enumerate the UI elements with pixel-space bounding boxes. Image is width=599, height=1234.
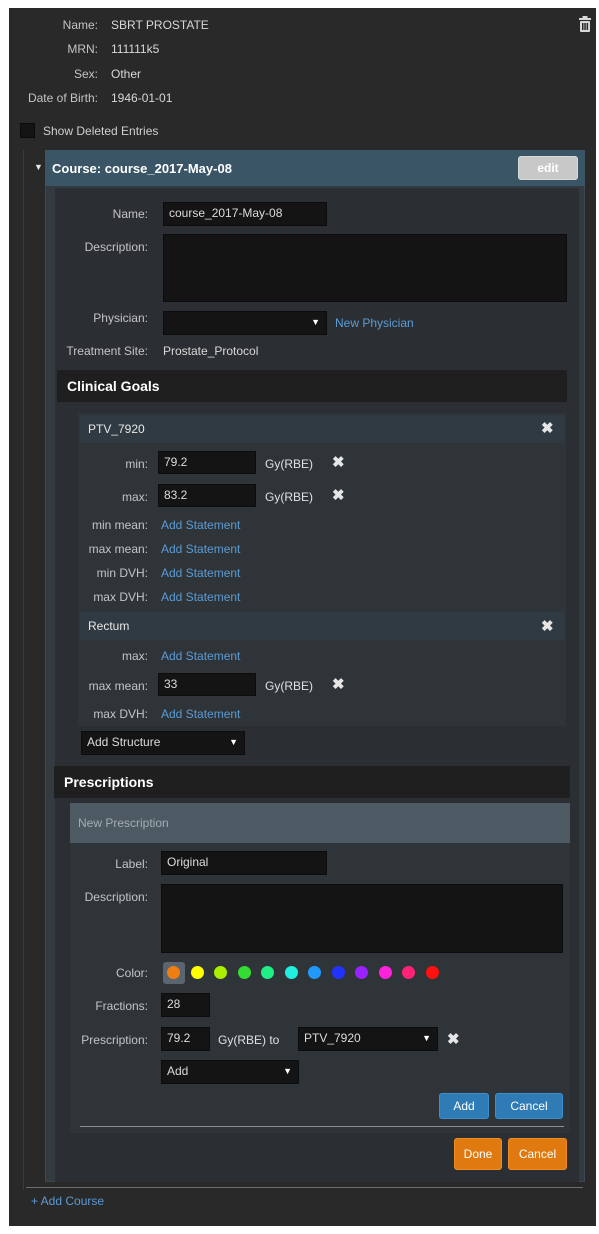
treatment-site-value: Prostate_Protocol: [163, 344, 259, 358]
ptv-max-unit: Gy(RBE): [265, 490, 313, 504]
ptv-max-dvh-label: max DVH:: [93, 590, 148, 604]
course-name-label: Name:: [112, 207, 148, 221]
done-button[interactable]: Done: [454, 1138, 502, 1170]
remove-ptv-max-icon[interactable]: ✖: [332, 488, 345, 503]
dob-value: 1946-01-01: [111, 91, 173, 105]
clinical-goals-panel: [78, 413, 566, 726]
chevron-down-icon: ▼: [283, 1066, 292, 1076]
sex-label: Sex:: [73, 67, 98, 81]
cancel-course-button[interactable]: Cancel: [508, 1138, 567, 1170]
color-swatch[interactable]: [237, 966, 251, 979]
chevron-down-icon: ▼: [311, 317, 320, 327]
sex-value: Other: [111, 67, 142, 81]
color-swatch[interactable]: [331, 966, 345, 979]
rectum-max-add-statement[interactable]: Add Statement: [161, 649, 240, 663]
rx-target-selected: PTV_7920: [304, 1031, 361, 1045]
show-deleted-label: Show Deleted Entries: [43, 124, 159, 138]
treatment-site-label: Treatment Site:: [66, 344, 148, 358]
rx-fractions-label: Fractions:: [95, 999, 148, 1013]
trash-icon[interactable]: [577, 15, 593, 33]
add-structure-label: Add Structure: [87, 735, 161, 749]
physician-label: Physician:: [93, 311, 148, 325]
expand-caret-icon[interactable]: ▼: [34, 162, 43, 172]
course-description-input[interactable]: [163, 234, 567, 302]
divider: [80, 1126, 564, 1127]
ptv-min-dvh-label: min DVH:: [96, 566, 148, 580]
rx-description-label: Description:: [84, 890, 148, 904]
course-description-label: Description:: [84, 240, 148, 254]
edit-button[interactable]: edit: [518, 156, 578, 180]
rectum-max-dvh-label: max DVH:: [93, 707, 148, 721]
add-structure-select[interactable]: Add Structure ▼: [81, 731, 245, 755]
rx-color-label: Color:: [115, 966, 148, 980]
ptv-max-input[interactable]: 83.2: [158, 484, 256, 507]
rx-dose-input[interactable]: 79.2: [161, 1027, 210, 1051]
ptv-max-mean-add-statement[interactable]: Add Statement: [161, 542, 240, 556]
divider: [26, 1187, 583, 1188]
dob-label: Date of Birth:: [27, 91, 98, 105]
new-prescription-header: New Prescription: [70, 803, 570, 843]
course-name-input[interactable]: course_2017-May-08: [163, 202, 327, 226]
rectum-max-label: max:: [121, 649, 148, 663]
rx-description-input[interactable]: [161, 884, 563, 953]
color-swatch[interactable]: [308, 966, 321, 979]
ptv-max-mean-label: max mean:: [88, 542, 148, 556]
ptv-max-dvh-add-statement[interactable]: Add Statement: [161, 590, 240, 604]
ptv-min-unit: Gy(RBE): [265, 457, 313, 471]
structure-header-ptv: PTV_7920: [80, 415, 564, 443]
ptv-min-label: min:: [125, 457, 148, 471]
ptv-max-label: max:: [121, 490, 148, 504]
ptv-min-mean-label: min mean:: [91, 518, 148, 532]
physician-select[interactable]: ▼: [163, 311, 327, 335]
ptv-min-mean-add-statement[interactable]: Add Statement: [161, 518, 240, 532]
tree-gutter-line: [23, 150, 24, 1190]
rx-dose-unit: Gy(RBE) to: [218, 1033, 280, 1047]
mrn-value: 111111k5: [111, 42, 160, 56]
color-swatch[interactable]: [425, 966, 439, 979]
patient-name-label: Name:: [62, 18, 98, 32]
structure-header-rectum: Rectum: [80, 612, 564, 640]
remove-rectum-icon[interactable]: ✖: [541, 619, 554, 634]
remove-ptv-min-icon[interactable]: ✖: [332, 455, 345, 470]
remove-prescription-target-icon[interactable]: ✖: [447, 1032, 460, 1047]
rx-label-input[interactable]: Original: [161, 851, 327, 875]
add-prescription-button[interactable]: Add: [439, 1093, 489, 1119]
rx-target-select[interactable]: PTV_7920 ▼: [298, 1027, 438, 1051]
show-deleted-checkbox[interactable]: [20, 123, 35, 138]
rx-add-select[interactable]: Add ▼: [161, 1060, 299, 1084]
cancel-prescription-button[interactable]: Cancel: [495, 1093, 563, 1119]
patient-name: SBRT PROSTATE: [111, 18, 209, 32]
new-physician-link[interactable]: New Physician: [335, 316, 414, 330]
rectum-max-mean-input[interactable]: 33: [158, 673, 256, 696]
clinical-goals-title: Clinical Goals: [57, 370, 567, 402]
color-swatch[interactable]: [402, 966, 415, 979]
color-swatch[interactable]: [378, 966, 392, 979]
rx-prescription-label: Prescription:: [81, 1033, 148, 1047]
prescriptions-title: Prescriptions: [54, 766, 570, 798]
rx-fractions-input[interactable]: 28: [161, 993, 210, 1017]
rectum-max-mean-unit: Gy(RBE): [265, 679, 313, 693]
color-swatch[interactable]: [261, 966, 274, 979]
mrn-label: MRN:: [67, 42, 98, 56]
rx-label-label: Label:: [115, 857, 148, 871]
rectum-max-dvh-add-statement[interactable]: Add Statement: [161, 707, 240, 721]
add-course-link[interactable]: + Add Course: [31, 1194, 104, 1208]
course-title: Course: course_2017-May-08: [52, 161, 232, 176]
color-swatch[interactable]: [190, 966, 204, 979]
ptv-min-input[interactable]: 79.2: [158, 451, 256, 474]
remove-rectum-max-mean-icon[interactable]: ✖: [332, 677, 345, 692]
color-swatch[interactable]: [284, 966, 298, 979]
color-swatch[interactable]: [167, 966, 180, 979]
remove-ptv-icon[interactable]: ✖: [541, 421, 554, 436]
color-swatch[interactable]: [355, 966, 368, 979]
ptv-min-dvh-add-statement[interactable]: Add Statement: [161, 566, 240, 580]
color-swatch[interactable]: [214, 966, 227, 979]
rx-add-select-label: Add: [167, 1064, 189, 1078]
chevron-down-icon: ▼: [422, 1033, 431, 1043]
chevron-down-icon: ▼: [229, 737, 238, 747]
rectum-max-mean-label: max mean:: [88, 679, 148, 693]
